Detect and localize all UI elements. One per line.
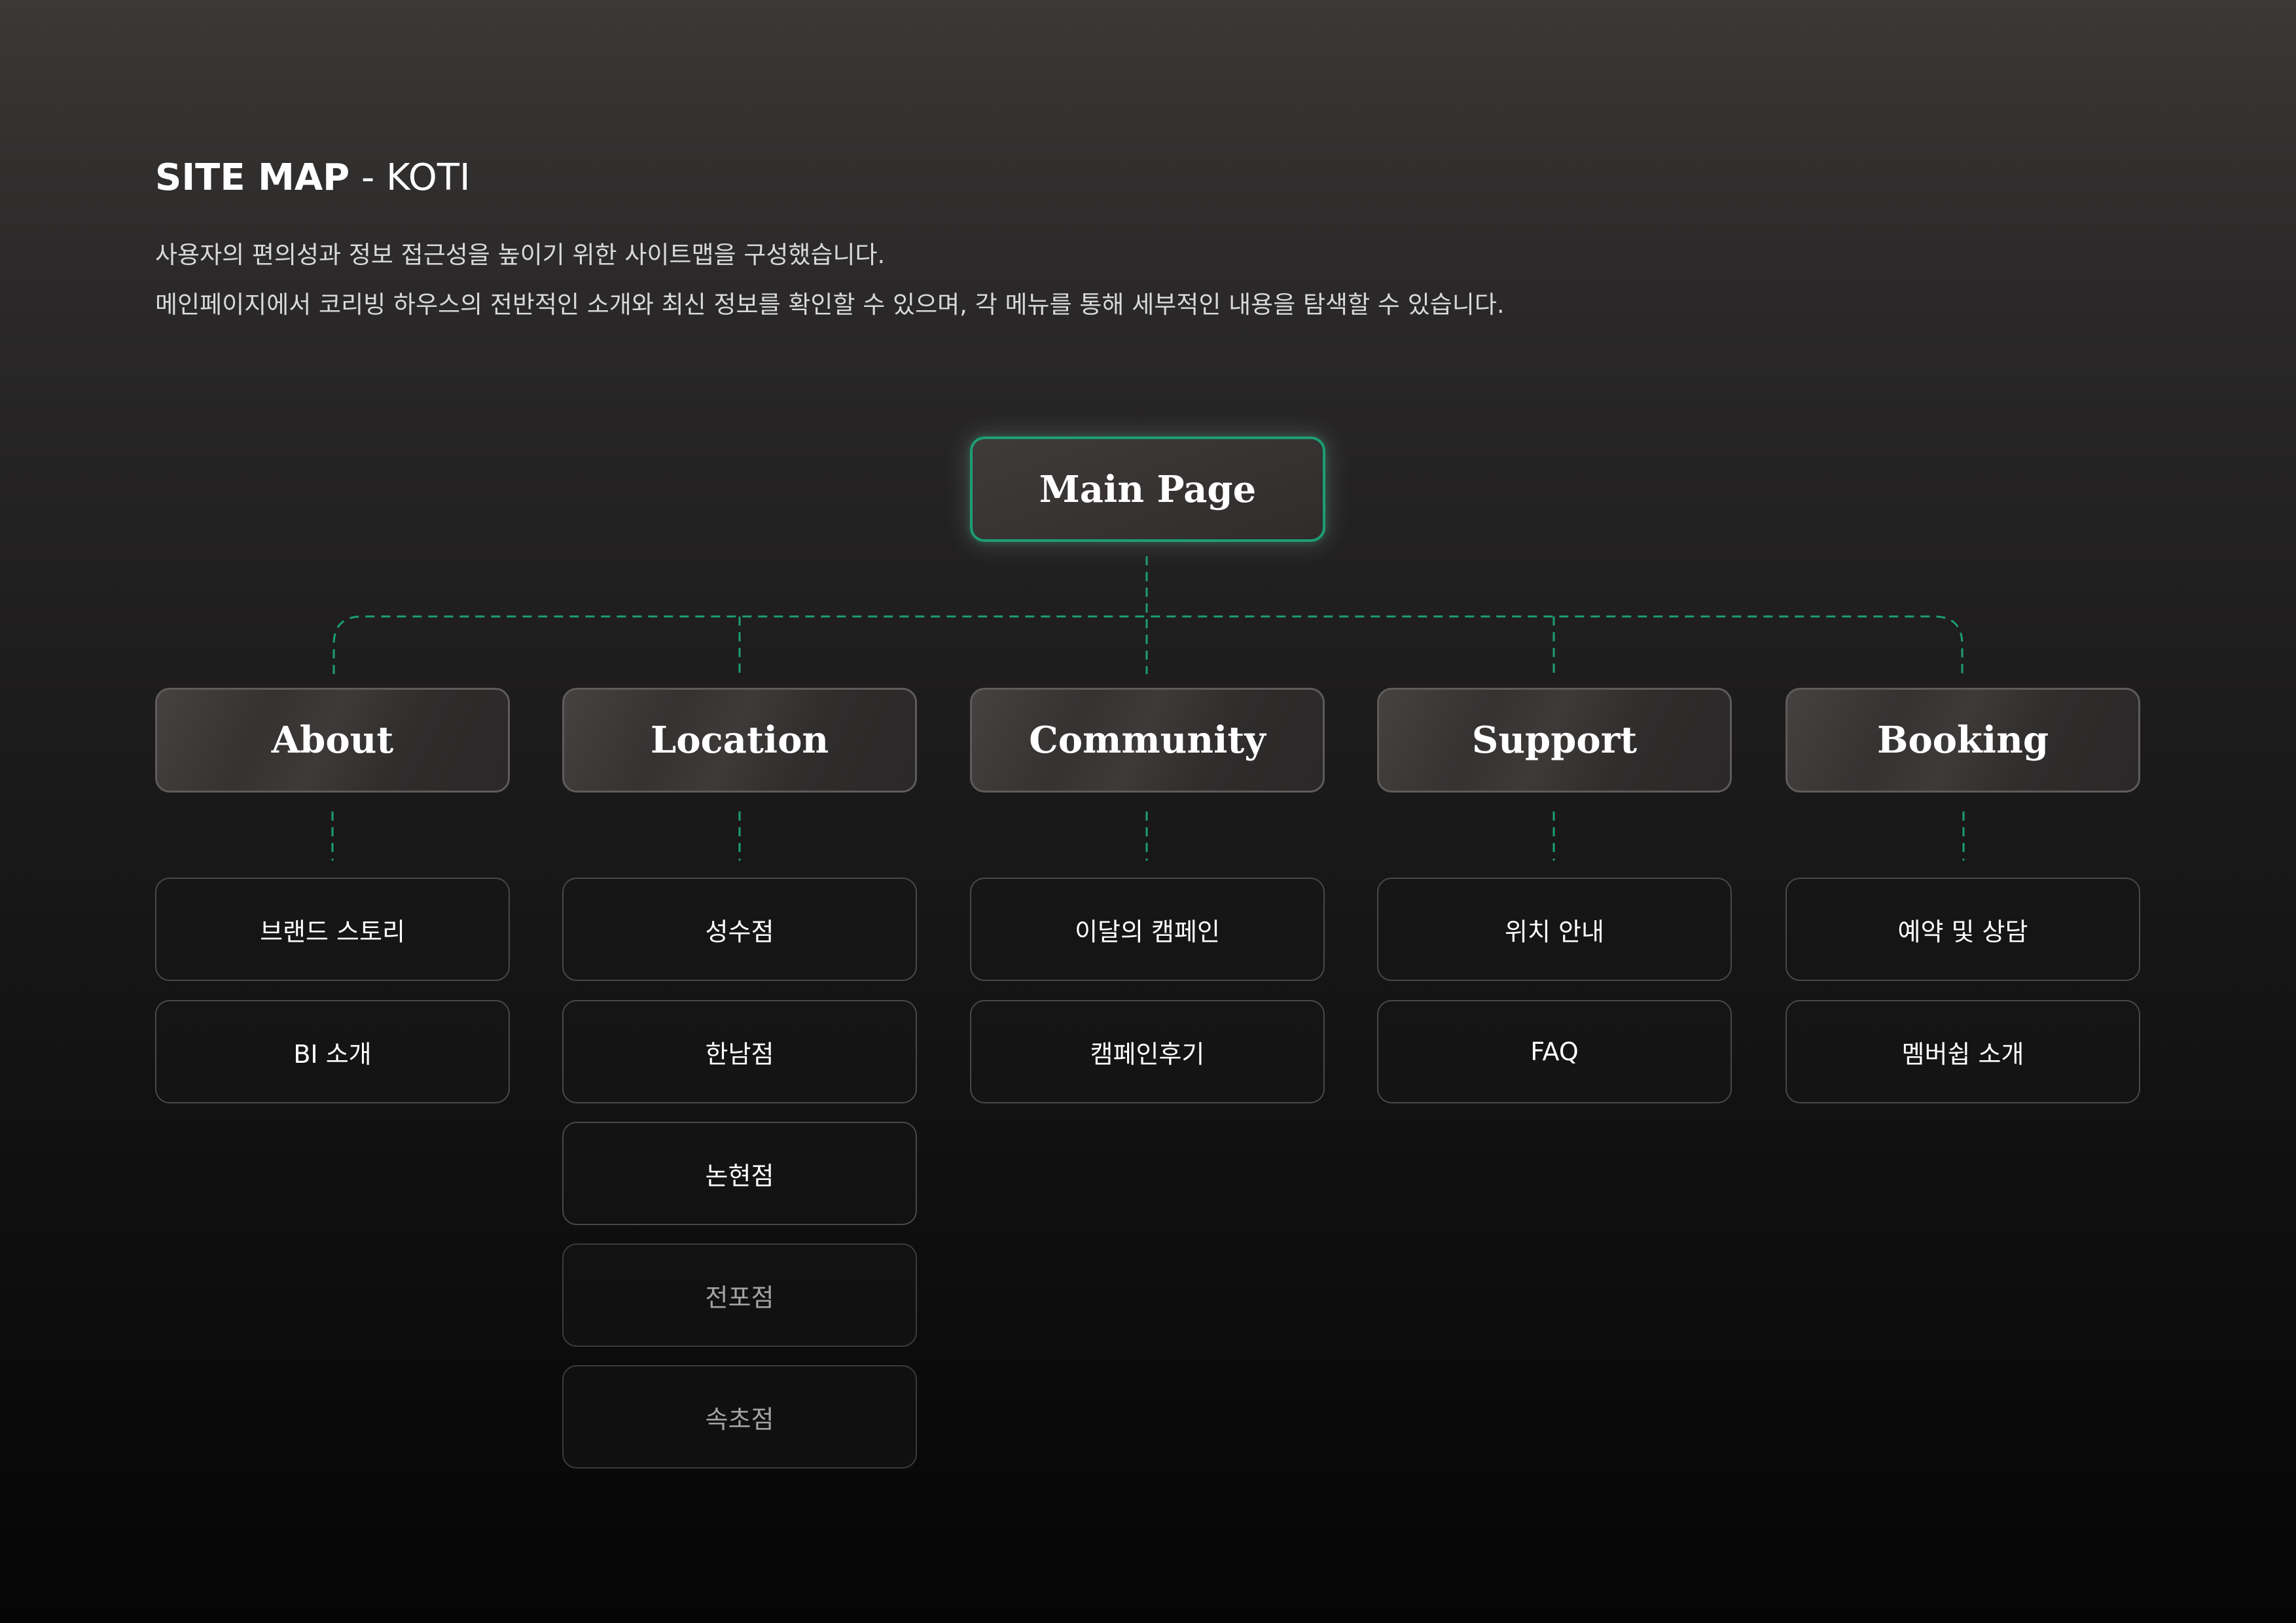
node-category-location: Location (562, 688, 917, 793)
node-support-faq: FAQ (1377, 1000, 1732, 1103)
node-category-booking: Booking (1785, 688, 2140, 793)
node-support-location-guide: 위치 안내 (1377, 878, 1732, 981)
node-booking-membership: 멤버쉽 소개 (1785, 1000, 2140, 1103)
node-category-support: Support (1377, 688, 1732, 793)
node-category-about: About (155, 688, 510, 793)
connector-horizontal-bus (332, 615, 1964, 674)
node-location-nonhyeon: 논현점 (562, 1122, 917, 1225)
node-location-seongsu: 성수점 (562, 878, 917, 981)
node-about-brand-story: 브랜드 스토리 (155, 878, 510, 981)
sitemap-connectors (331, 556, 1965, 861)
node-location-jeonpo: 전포점 (562, 1243, 917, 1347)
node-community-review: 캠페인후기 (970, 1000, 1325, 1103)
node-category-community: Community (970, 688, 1325, 793)
node-about-bi: BI 소개 (155, 1000, 510, 1103)
node-location-sokcho: 속초점 (562, 1365, 917, 1469)
node-location-hannam: 한남점 (562, 1000, 917, 1103)
node-booking-reservation: 예약 및 상담 (1785, 878, 2140, 981)
node-main-page: Main Page (970, 437, 1325, 542)
node-community-campaign: 이달의 캠페인 (970, 878, 1325, 981)
